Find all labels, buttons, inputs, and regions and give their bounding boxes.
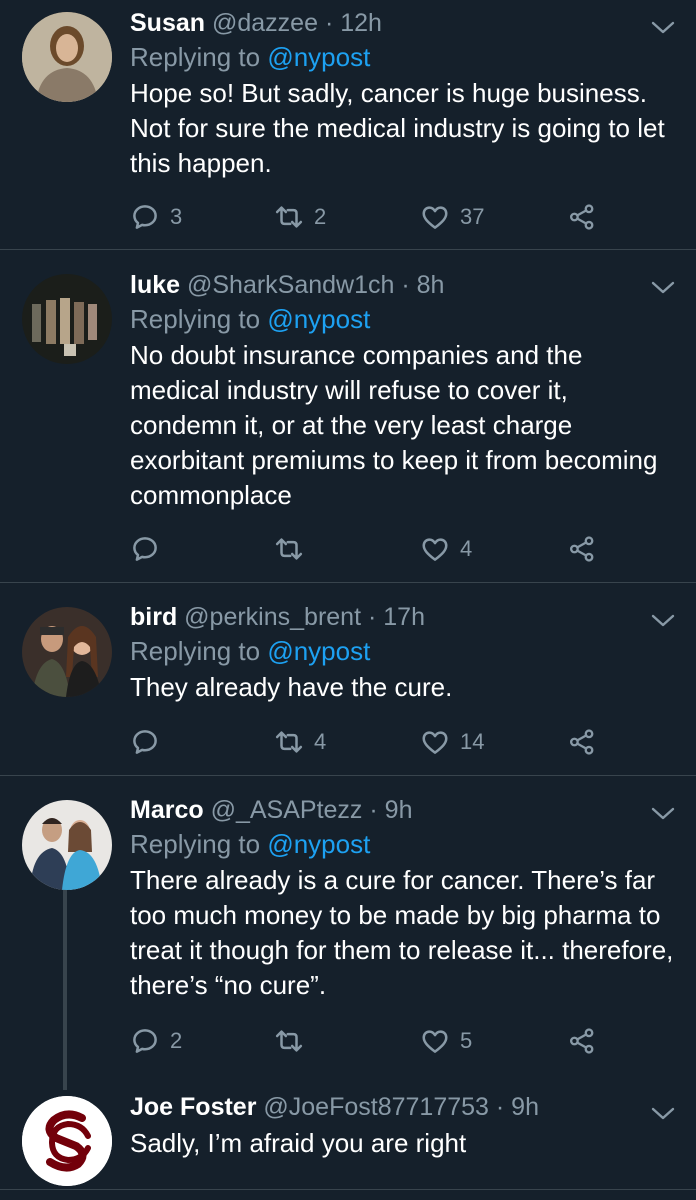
avatar[interactable]: [22, 607, 112, 697]
action-bar: 3 2 37: [130, 200, 676, 234]
like-button[interactable]: 37: [420, 200, 484, 234]
mention-link[interactable]: @nypost: [267, 636, 370, 666]
like-button[interactable]: 14: [420, 725, 484, 759]
replying-prefix: Replying to: [130, 829, 268, 859]
team-logo: [22, 1096, 112, 1186]
reply-icon: [130, 727, 160, 757]
display-name[interactable]: luke: [130, 271, 180, 299]
timestamp[interactable]: 9h: [385, 796, 413, 824]
tweet-text: They already have the cure.: [130, 672, 453, 702]
display-name[interactable]: Marco: [130, 796, 204, 824]
user-handle[interactable]: @_ASAPtezz: [211, 796, 363, 824]
replying-to: Replying to @nypost: [130, 302, 676, 336]
user-handle[interactable]: @SharkSandw1ch: [187, 271, 394, 299]
reply-button[interactable]: 2: [130, 1024, 182, 1058]
retweet-icon: [274, 727, 304, 757]
timestamp[interactable]: 12h: [340, 9, 382, 37]
reply-button[interactable]: 3: [130, 200, 182, 234]
replying-to: Replying to @nypost: [130, 827, 676, 861]
timestamp[interactable]: 8h: [417, 271, 445, 299]
share-button[interactable]: [568, 1024, 596, 1058]
replying-to: Replying to @nypost: [130, 40, 676, 74]
share-icon: [568, 535, 596, 563]
tweet-marco[interactable]: Marco @_ASAPtezz · 9h Replying to @nypos…: [0, 776, 696, 1086]
share-button[interactable]: [568, 200, 596, 234]
share-icon: [568, 1027, 596, 1055]
like-button[interactable]: 5: [420, 1024, 472, 1058]
action-bar: 4 14: [130, 725, 676, 759]
reply-count: 3: [170, 204, 183, 229]
replying-prefix: Replying to: [130, 304, 268, 334]
mention-link[interactable]: @nypost: [267, 829, 370, 859]
reply-count: 2: [170, 1028, 183, 1053]
user-handle[interactable]: @dazzee: [212, 9, 318, 37]
separator: ·: [495, 1093, 505, 1121]
share-icon: [568, 203, 596, 231]
tweet-text: No doubt insurance companies and the med…: [130, 340, 658, 510]
like-count: 4: [460, 536, 473, 561]
retweet-button[interactable]: [274, 1024, 314, 1058]
like-count: 5: [460, 1028, 473, 1053]
reply-icon: [130, 534, 160, 564]
avatar[interactable]: [22, 800, 112, 890]
display-name[interactable]: Susan: [130, 9, 205, 37]
like-button[interactable]: 4: [420, 532, 472, 566]
action-bar: 2 5: [130, 1024, 676, 1058]
retweet-count: 2: [314, 204, 327, 229]
retweet-button[interactable]: 4: [274, 725, 326, 759]
timestamp[interactable]: 9h: [511, 1093, 539, 1121]
user-handle[interactable]: @JoeFost87717753: [263, 1093, 489, 1121]
tweet-text: Hope so! But sadly, cancer is huge busin…: [130, 78, 665, 178]
replying-prefix: Replying to: [130, 636, 268, 666]
share-button[interactable]: [568, 532, 596, 566]
like-count: 14: [460, 729, 485, 754]
mention-link[interactable]: @nypost: [267, 304, 370, 334]
avatar[interactable]: [22, 12, 112, 102]
action-bar: 4: [130, 532, 676, 566]
retweet-icon: [274, 534, 304, 564]
share-button[interactable]: [568, 725, 596, 759]
separator: ·: [369, 796, 378, 824]
retweet-button[interactable]: [274, 532, 314, 566]
like-icon: [420, 1026, 450, 1056]
tweet-bird[interactable]: bird @perkins_brent · 17h Replying to @n…: [0, 583, 696, 776]
reply-icon: [130, 1026, 160, 1056]
separator: ·: [324, 9, 334, 37]
display-name[interactable]: Joe Foster: [130, 1093, 256, 1121]
user-handle[interactable]: @perkins_brent: [184, 603, 361, 631]
timestamp[interactable]: 17h: [383, 603, 425, 631]
avatar[interactable]: [22, 274, 112, 364]
like-icon: [420, 202, 450, 232]
tweet-susan[interactable]: Susan @dazzee · 12h Replying to @nypost …: [0, 0, 696, 250]
avatar[interactable]: [22, 1096, 112, 1186]
retweet-icon: [274, 1026, 304, 1056]
retweet-button[interactable]: 2: [274, 200, 326, 234]
like-count: 37: [460, 204, 485, 229]
replying-to: Replying to @nypost: [130, 634, 676, 668]
separator: ·: [401, 271, 410, 299]
mention-link[interactable]: @nypost: [267, 42, 370, 72]
tweet-text: Sadly, I’m afraid you are right: [130, 1128, 467, 1158]
replying-prefix: Replying to: [130, 42, 268, 72]
reply-icon: [130, 202, 160, 232]
reply-button[interactable]: [130, 725, 170, 759]
retweet-icon: [274, 202, 304, 232]
tweet-text: There already is a cure for cancer. Ther…: [130, 865, 674, 1000]
retweet-count: 4: [314, 729, 327, 754]
tweet-joe-foster[interactable]: Joe Foster @JoeFost87717753 · 9h Sadly, …: [0, 1086, 696, 1190]
like-icon: [420, 534, 450, 564]
share-icon: [568, 728, 596, 756]
display-name[interactable]: bird: [130, 603, 177, 631]
tweet-luke[interactable]: luke @SharkSandw1ch · 8h Replying to @ny…: [0, 250, 696, 583]
reply-button[interactable]: [130, 532, 170, 566]
like-icon: [420, 727, 450, 757]
separator: ·: [367, 603, 377, 631]
